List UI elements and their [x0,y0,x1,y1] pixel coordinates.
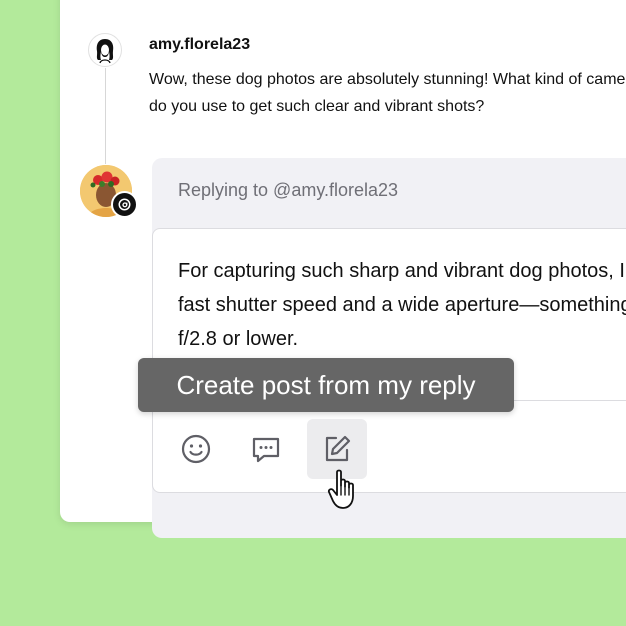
original-post-avatar[interactable] [88,33,122,67]
original-post-username[interactable]: amy.florela23 [149,36,250,54]
original-post-text: Wow, these dog photos are absolutely stu… [149,71,626,115]
emoji-button[interactable] [166,419,226,479]
edit-square-icon [325,435,351,462]
comment-button[interactable] [236,419,296,479]
smiley-icon [181,434,211,464]
create-post-tooltip: Create post from my reply [138,358,514,412]
reply-text[interactable]: For capturing such sharp and vibrant dog… [178,254,626,356]
chat-bubble-icon [252,437,280,463]
woman-avatar-icon [96,39,114,64]
thread-connector-line [105,68,106,164]
threads-glyph [118,198,131,211]
hand-pointer-cursor-icon [327,469,354,509]
stage: amy.florela23 Wow, these dog photos are … [0,0,626,626]
threads-logo-icon [111,191,138,218]
replying-to-label: Replying to @amy.florela23 [178,180,399,200]
